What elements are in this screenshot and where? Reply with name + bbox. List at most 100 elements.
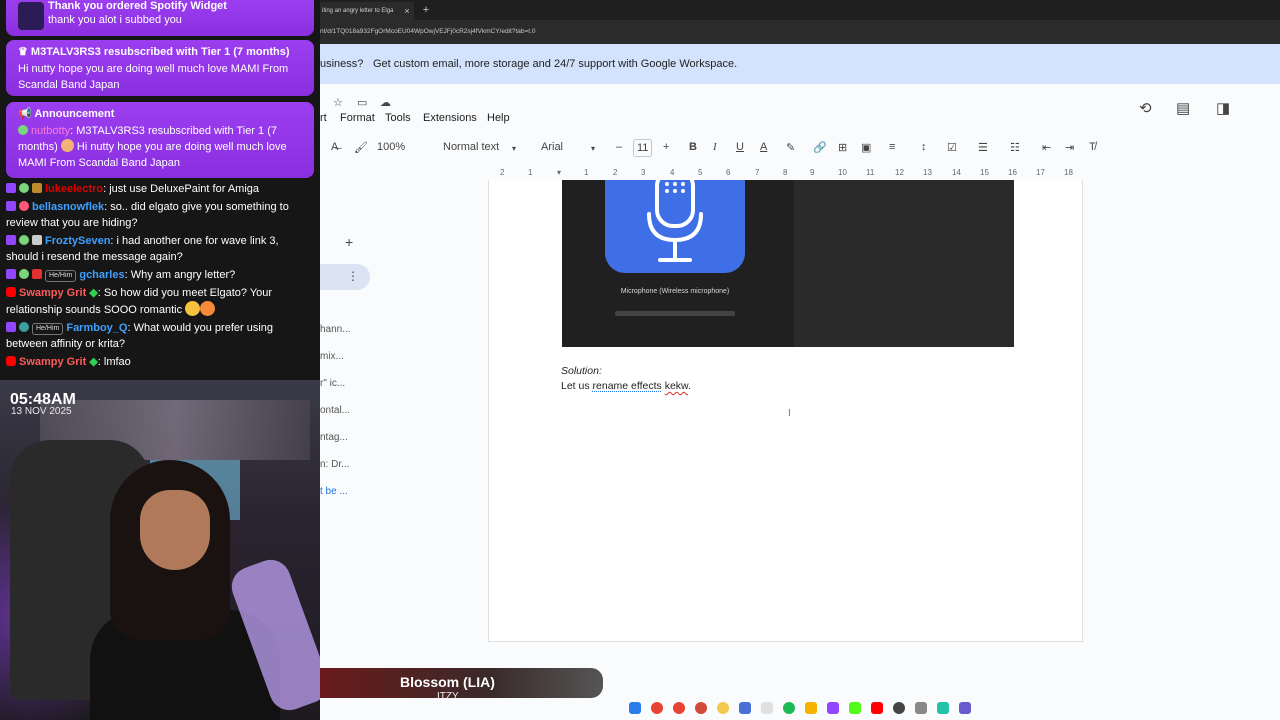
menu-insert[interactable]: rt (320, 112, 327, 124)
app-icon[interactable] (937, 702, 949, 714)
decrease-indent-icon[interactable]: ⇤ (1042, 141, 1051, 154)
chrome-icon[interactable] (673, 702, 685, 714)
spotify-icon[interactable] (783, 702, 795, 714)
announcement-alert: 📢 Announcement nutbotty: M3TALV3RS3 resu… (6, 102, 314, 178)
volume-meter (615, 311, 735, 316)
align-icon[interactable]: ≡ (889, 141, 895, 153)
screenshot-dark-panel (794, 180, 1014, 347)
ruler-indent-marker[interactable]: ▾ (557, 168, 561, 177)
alert-title: Thank you ordered Spotify Widget (48, 0, 227, 12)
grammar-suggestion[interactable]: rename effects (593, 380, 662, 392)
close-icon[interactable]: × (402, 6, 412, 16)
youtube-icon (6, 356, 16, 366)
menu-help[interactable]: Help (487, 112, 510, 124)
add-tab-button[interactable]: + (345, 234, 353, 250)
menu-tools[interactable]: Tools (385, 112, 411, 124)
app-icon[interactable] (959, 702, 971, 714)
outline-item[interactable]: mix... (320, 351, 351, 378)
chat-username: bellasnowflek (32, 201, 105, 213)
address-bar[interactable]: nt/d/1TQ018a932FgOrMcoEU04WpOwjVEJFj0cR2… (320, 20, 1280, 44)
youtube-icon (6, 287, 16, 297)
insert-image-icon[interactable]: ▣ (861, 141, 871, 154)
chat-username: Farmboy_Q (66, 322, 128, 334)
line-spacing-icon[interactable]: ↕ (921, 141, 927, 153)
chat-username: nutbotty (31, 125, 71, 137)
increase-indent-icon[interactable]: ⇥ (1065, 141, 1074, 154)
ruler-tick: 4 (670, 168, 675, 177)
chrome-canary-icon[interactable] (717, 702, 729, 714)
ruler-tick: 11 (866, 168, 875, 177)
ruler-tick: 2 (500, 168, 505, 177)
document-page[interactable]: Microphone (Wireless microphone) Solutio… (488, 168, 1083, 642)
style-select[interactable]: Normal text (443, 141, 499, 153)
increase-font-button[interactable]: + (663, 141, 669, 153)
outline-item[interactable]: n: Dr... (320, 459, 351, 486)
numbered-list-icon[interactable]: ☷ (1010, 141, 1020, 154)
outline-active-tab[interactable] (320, 264, 370, 290)
body-text: . (688, 380, 691, 392)
folder-icon[interactable] (805, 702, 817, 714)
app-icon[interactable] (739, 702, 751, 714)
checklist-icon[interactable]: ☑ (947, 141, 957, 154)
outline-item[interactable]: ontal... (320, 405, 351, 432)
history-icon[interactable]: ⟲ (1139, 99, 1152, 117)
text-color-button[interactable]: A (760, 141, 767, 153)
twitch-icon (6, 201, 16, 211)
ruler-tick: 6 (726, 168, 731, 177)
outline-item[interactable]: ntag... (320, 432, 351, 459)
song-artist: ITZY (437, 691, 459, 702)
microphone-tile (605, 168, 745, 273)
comments-icon[interactable]: ▤ (1176, 99, 1190, 117)
bulleted-list-icon[interactable]: ☰ (978, 141, 988, 154)
emoji-icon (185, 301, 201, 316)
twitch-icon (6, 322, 16, 332)
embedded-screenshot[interactable]: Microphone (Wireless microphone) (562, 168, 1014, 347)
menu-extensions[interactable]: Extensions (423, 112, 477, 124)
browser-tab[interactable]: iting an angry letter to Elga × (320, 2, 414, 20)
webcam-feed (0, 380, 320, 720)
decrease-font-button[interactable]: – (616, 141, 622, 153)
chrome-icon[interactable] (651, 702, 663, 714)
app-icon[interactable] (761, 702, 773, 714)
twitch-icon[interactable] (827, 702, 839, 714)
badge-icon (19, 235, 29, 245)
star-icon[interactable]: ☆ (333, 96, 343, 109)
kick-icon[interactable] (849, 702, 861, 714)
megaphone-icon: 📢 (18, 108, 35, 120)
member-badge-icon: ◆ (89, 287, 98, 299)
link-icon[interactable]: 🔗 (813, 141, 827, 154)
more-options-icon[interactable]: ⋮ (347, 269, 359, 283)
font-size-input[interactable]: 11 (633, 139, 653, 157)
emote-icon (60, 139, 74, 152)
meet-icon[interactable]: ◨ (1216, 99, 1230, 117)
highlight-icon[interactable]: ✎ (786, 141, 795, 154)
zoom-select[interactable]: 100% (377, 141, 405, 153)
move-folder-icon[interactable]: ▭ (357, 96, 367, 109)
outline-item[interactable]: t be ... (320, 486, 351, 513)
spelling-error[interactable]: kekw (665, 380, 688, 392)
ruler-tick: 9 (810, 168, 815, 177)
docs-window: iting an angry letter to Elga × + nt/d/1… (320, 0, 1280, 720)
app-icon[interactable] (915, 702, 927, 714)
windows-start-icon[interactable] (629, 702, 641, 714)
outline-item[interactable]: r" ic... (320, 378, 351, 405)
paint-format-icon[interactable]: 🖌 (354, 141, 368, 154)
ruler[interactable]: 2 1 ▾ 1 2 3 4 5 6 7 8 9 10 11 12 13 14 1… (488, 168, 1083, 180)
new-tab-button[interactable]: + (420, 3, 432, 17)
menu-format[interactable]: Format (340, 112, 375, 124)
bold-button[interactable]: B (689, 141, 697, 153)
add-comment-icon[interactable]: ⊞ (838, 141, 847, 154)
font-select[interactable]: Arial (541, 141, 563, 153)
chat-text: : lmfao (97, 356, 131, 368)
alert-title-text: M3TALV3RS3 resubscribed with Tier 1 (7 m… (30, 46, 290, 58)
italic-button[interactable]: I (713, 141, 717, 153)
youtube-icon[interactable] (871, 702, 883, 714)
chevron-down-icon: ▾ (591, 144, 596, 153)
clear-formatting-icon[interactable]: T̸ (1089, 141, 1096, 153)
spellcheck-icon[interactable]: A̶ (331, 141, 338, 153)
obs-icon[interactable] (893, 702, 905, 714)
underline-button[interactable]: U (736, 141, 744, 153)
ruler-tick: 17 (1036, 168, 1045, 177)
outline-item[interactable]: hann... (320, 324, 351, 351)
app-icon[interactable] (695, 702, 707, 714)
